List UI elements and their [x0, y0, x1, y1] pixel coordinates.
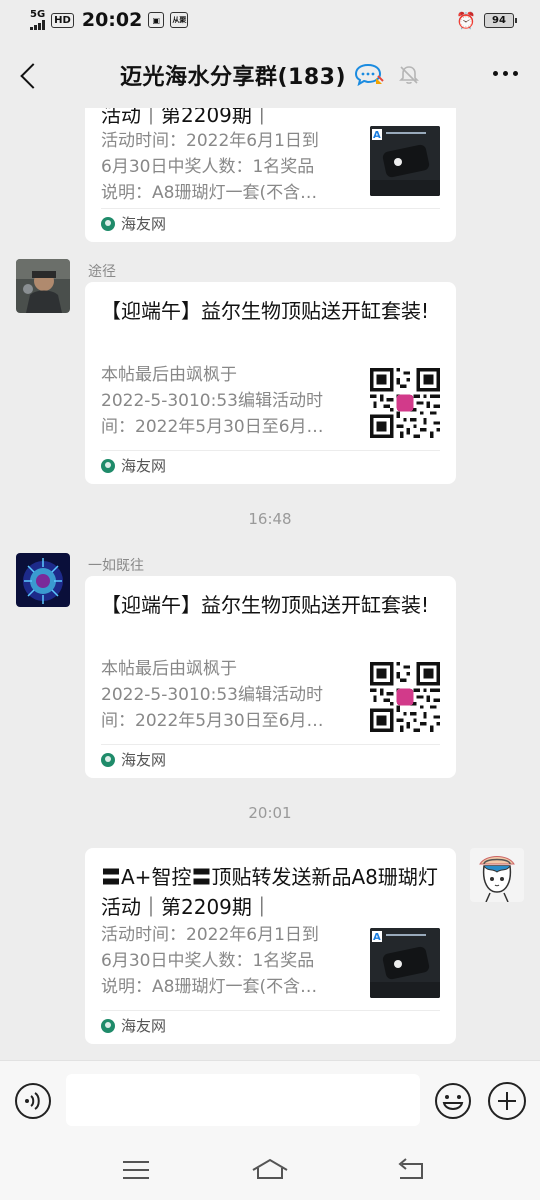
alarm-icon: ⏰ [456, 10, 476, 30]
card-title: 【迎端午】益尔生物顶贴送开缸套装! [101, 299, 430, 323]
app-icon: 从聚 [170, 12, 189, 28]
source-label: 海友网 [121, 457, 167, 475]
chat-bubble-icon[interactable] [354, 63, 384, 87]
avatar[interactable] [470, 848, 524, 902]
voice-icon[interactable] [14, 1082, 52, 1120]
system-nav-bar [0, 1140, 540, 1200]
avatar[interactable] [16, 553, 70, 607]
source-label: 海友网 [121, 215, 167, 233]
back-icon[interactable] [16, 58, 46, 92]
link-card[interactable]: 【迎端午】益尔生物顶贴送开缸套装! 本帖最后由飒枫于 2022-5-3010:5… [85, 282, 456, 484]
source-label: 海友网 [121, 751, 167, 769]
product-image: A [370, 126, 440, 196]
network-label: 5G [30, 9, 46, 20]
avatar[interactable] [16, 259, 70, 313]
input-bar [0, 1060, 540, 1140]
more-icon[interactable] [493, 71, 518, 76]
qr-code [370, 662, 440, 732]
emoji-icon[interactable] [434, 1082, 472, 1120]
source-label: 海友网 [121, 1017, 167, 1035]
card-source: 海友网 [101, 749, 166, 770]
status-bar: 5G HD 20:02 ▣ 从聚 ⏰ 94 [0, 0, 540, 40]
link-card[interactable]: 〓A+智控〓顶贴转发送新品A8珊瑚灯活动｜第2209期｜ 活动时间：2022年6… [85, 108, 456, 242]
card-title: 〓A+智控〓顶贴转发送新品A8珊瑚灯活动｜第2209期｜ [101, 865, 438, 919]
card-description: 本帖最后由飒枫于 2022-5-3010:53编辑活动时 间：2022年5月30… [101, 659, 324, 731]
chat-header: 迈光海水分享群(183) [0, 40, 540, 110]
message-input[interactable] [66, 1074, 420, 1126]
svg-text:A: A [373, 130, 381, 141]
source-icon [101, 458, 115, 473]
qr-code [370, 368, 440, 438]
link-card[interactable]: 〓A+智控〓顶贴转发送新品A8珊瑚灯活动｜第2209期｜ 活动时间：2022年6… [85, 848, 456, 1044]
product-image: A [370, 928, 440, 998]
home-icon[interactable] [250, 1152, 290, 1188]
sender-name: 一如既往 [88, 558, 144, 574]
status-right: ⏰ 94 [456, 10, 517, 30]
status-time: 20:02 [81, 9, 143, 31]
chat-area[interactable]: 〓A+智控〓顶贴转发送新品A8珊瑚灯活动｜第2209期｜ 活动时间：2022年6… [0, 108, 540, 1060]
card-description: 活动时间：2022年6月1日到 6月30日中奖人数：1名奖品 说明：A8珊瑚灯一… [101, 131, 319, 203]
signal-icon: 5G [30, 10, 45, 30]
card-description: 本帖最后由飒枫于 2022-5-3010:53编辑活动时 间：2022年5月30… [101, 365, 324, 437]
notification-icon: ▣ [148, 12, 165, 28]
hd-icon: HD [51, 12, 74, 28]
battery-icon: 94 [484, 12, 517, 28]
svg-text:A: A [373, 932, 381, 943]
source-icon [101, 752, 115, 767]
card-description: 活动时间：2022年6月1日到 6月30日中奖人数：1名奖品 说明：A8珊瑚灯一… [101, 925, 319, 997]
timestamp: 20:01 [248, 804, 292, 822]
plus-icon[interactable] [488, 1082, 526, 1120]
card-source: 海友网 [101, 1015, 166, 1036]
status-left: 5G HD 20:02 ▣ 从聚 [30, 9, 189, 31]
card-source: 海友网 [101, 213, 166, 234]
link-card[interactable]: 【迎端午】益尔生物顶贴送开缸套装! 本帖最后由飒枫于 2022-5-3010:5… [85, 576, 456, 778]
timestamp: 16:48 [248, 510, 292, 528]
menu-icon[interactable] [116, 1152, 156, 1188]
chat-title: 迈光海水分享群(183) [119, 65, 347, 90]
card-title: 【迎端午】益尔生物顶贴送开缸套装! [101, 593, 430, 617]
card-source: 海友网 [101, 455, 166, 476]
sender-name: 途径 [88, 264, 116, 280]
back-nav-icon[interactable] [392, 1152, 432, 1188]
mute-bell-icon [399, 66, 419, 84]
source-icon [101, 216, 115, 231]
source-icon [101, 1018, 115, 1033]
